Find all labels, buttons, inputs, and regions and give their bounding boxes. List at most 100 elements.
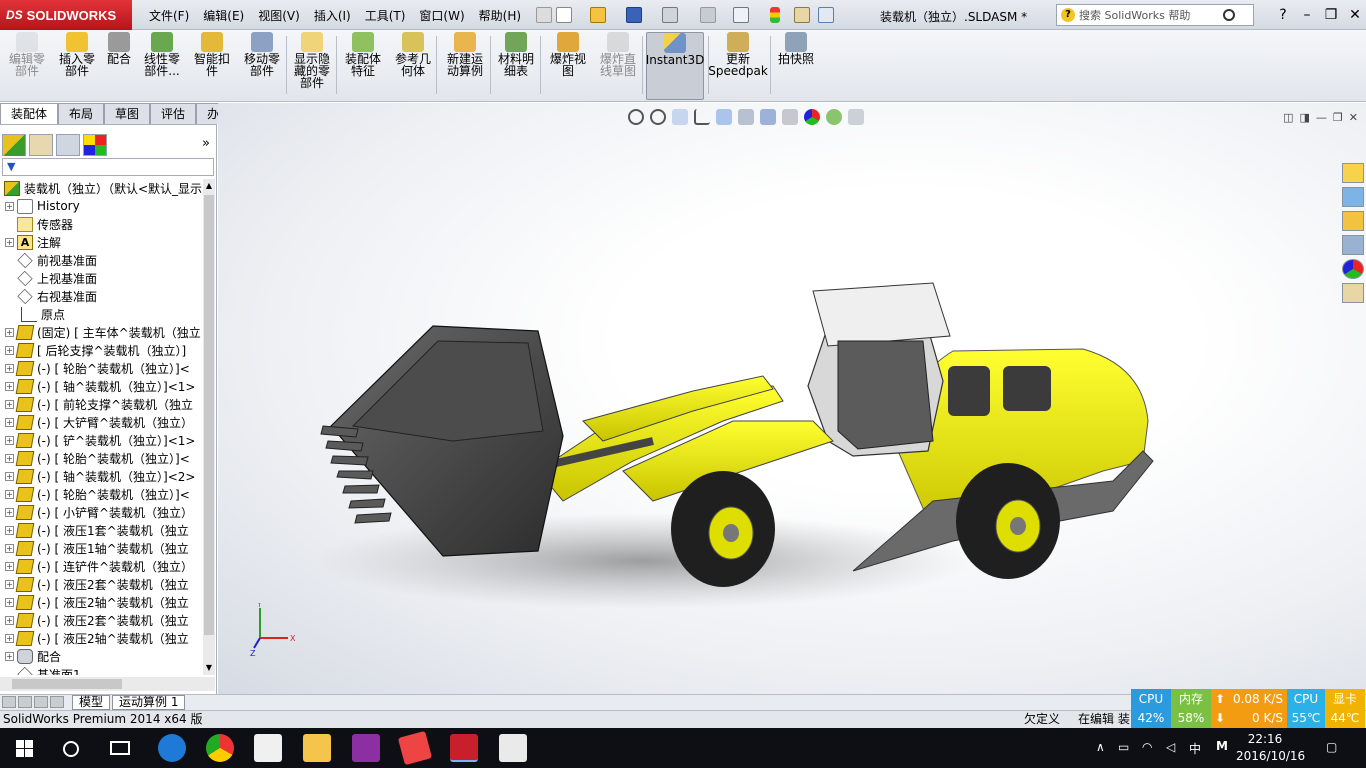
tree-item[interactable]: + (-) [ 前轮支撑^装载机（独立 [0, 395, 203, 413]
property-manager-tab-icon[interactable] [29, 134, 53, 156]
design-library-icon[interactable] [1342, 187, 1364, 207]
print-icon[interactable] [662, 7, 678, 23]
viewport-close-icon[interactable]: ✕ [1349, 111, 1358, 124]
expand-toggle-icon[interactable]: + [5, 381, 14, 391]
expand-toggle-icon[interactable]: + [5, 471, 14, 481]
photos-app-icon[interactable] [499, 734, 527, 762]
search-icon[interactable] [1223, 9, 1235, 21]
split-view-right-icon[interactable]: ◨ [1300, 111, 1310, 124]
show-hidden-icons-chevron[interactable]: ∧ [1096, 740, 1105, 754]
loader-3d-model[interactable] [313, 271, 1163, 611]
file-explorer-icon[interactable] [1342, 211, 1364, 231]
command-button-7[interactable]: 装配体 特征 [340, 32, 386, 100]
prev-tab-icon[interactable] [18, 695, 32, 708]
tree-item[interactable]: + (-) [ 液压2套^装载机（独立 [0, 575, 203, 593]
expand-toggle-icon[interactable]: + [5, 525, 14, 535]
help-menu-icon[interactable]: ? [1272, 7, 1294, 23]
expand-toggle-icon[interactable]: + [5, 579, 14, 589]
taskbar-clock[interactable]: 22:16 2016/10/16 [1236, 731, 1305, 765]
edit-appearance-icon[interactable] [804, 109, 820, 125]
command-button-3[interactable]: 线性零 部件... [138, 32, 186, 100]
tab-3[interactable]: 评估 [150, 103, 197, 124]
windows-start-icon[interactable] [16, 740, 33, 757]
tree-item[interactable]: 上视基准面 [0, 269, 203, 287]
display-style-icon[interactable] [760, 109, 776, 125]
command-button-13[interactable]: Instant3D [646, 32, 704, 100]
menu-item-3[interactable]: 插入(I) [307, 7, 358, 24]
apply-scene-icon[interactable] [826, 109, 842, 125]
bottom-tab-0[interactable]: 模型 [72, 695, 111, 710]
viewport-minimize-icon[interactable]: — [1316, 111, 1327, 124]
restore-icon[interactable]: ❐ [1320, 7, 1342, 23]
menu-item-5[interactable]: 窗口(W) [412, 7, 471, 24]
tree-item[interactable]: + (-) [ 轴^装载机（独立）]<2> [0, 467, 203, 485]
tree-item[interactable]: 基准面1 [0, 665, 203, 675]
close-icon[interactable]: ✕ [1344, 7, 1366, 23]
view-palette-icon[interactable] [1342, 235, 1364, 255]
options-icon[interactable] [818, 7, 834, 23]
tree-item[interactable]: + (-) [ 轴^装载机（独立）]<1> [0, 377, 203, 395]
notification-center-icon[interactable]: ▢ [1326, 740, 1337, 754]
viewport-restore-icon[interactable]: ❐ [1333, 111, 1343, 124]
command-button-1[interactable]: 插入零 部件 [54, 32, 100, 100]
expand-toggle-icon[interactable]: + [5, 615, 14, 625]
scroll-up-icon[interactable]: ▲ [203, 179, 215, 193]
first-tab-icon[interactable] [2, 695, 16, 708]
edge-browser-icon[interactable] [158, 734, 186, 762]
tree-item[interactable]: + (-) [ 轮胎^装载机（独立）]< [0, 359, 203, 377]
display-manager-tab-icon[interactable] [83, 134, 107, 156]
cortana-search-icon[interactable] [63, 741, 79, 757]
command-button-8[interactable]: 参考几 何体 [390, 32, 436, 100]
expand-toggle-icon[interactable]: + [5, 327, 14, 337]
expand-toggle-icon[interactable]: + [5, 399, 14, 409]
expand-toggle-icon[interactable]: + [5, 651, 14, 661]
command-button-5[interactable]: 移动零 部件 [238, 32, 286, 100]
view-settings-icon[interactable] [848, 109, 864, 125]
winrar-icon[interactable] [397, 730, 433, 766]
expand-toggle-icon[interactable]: + [5, 435, 14, 445]
undo-icon[interactable] [700, 7, 716, 23]
command-button-2[interactable]: 配合 [104, 32, 134, 100]
tree-item[interactable]: 前视基准面 [0, 251, 203, 269]
section-view-icon[interactable] [694, 109, 710, 125]
previous-view-icon[interactable] [672, 109, 688, 125]
volume-icon[interactable]: ◁ [1166, 740, 1175, 754]
tree-item[interactable]: + A 注解 [0, 233, 203, 251]
zoom-to-area-icon[interactable] [650, 109, 666, 125]
configuration-manager-tab-icon[interactable] [56, 134, 80, 156]
command-button-0[interactable]: 编辑零 部件 [4, 32, 50, 100]
expand-toggle-icon[interactable]: + [5, 561, 14, 571]
command-button-14[interactable]: 更新 Speedpak [708, 32, 768, 100]
menu-item-6[interactable]: 帮助(H) [472, 7, 528, 24]
next-tab-icon[interactable] [34, 695, 48, 708]
tree-item[interactable]: + (-) [ 连铲件^装载机（独立） [0, 557, 203, 575]
expand-toggle-icon[interactable]: + [5, 633, 14, 643]
command-button-4[interactable]: 智能扣 件 [190, 32, 234, 100]
custom-properties-icon[interactable] [1342, 283, 1364, 303]
help-search-input[interactable]: ? 搜索 SolidWorks 帮助 [1056, 4, 1254, 26]
tree-item[interactable]: + 配合 [0, 647, 203, 665]
tree-item[interactable]: + (-) [ 液压1轴^装载机（独立 [0, 539, 203, 557]
tree-item[interactable]: 右视基准面 [0, 287, 203, 305]
expand-toggle-icon[interactable]: + [5, 237, 14, 247]
file-properties-icon[interactable] [794, 7, 810, 23]
menu-item-1[interactable]: 编辑(E) [196, 7, 251, 24]
save-icon[interactable] [626, 7, 642, 23]
menu-item-2[interactable]: 视图(V) [251, 7, 307, 24]
ime-mode-icon[interactable]: M [1216, 739, 1228, 753]
expand-toggle-icon[interactable]: + [5, 201, 14, 211]
file-explorer-icon[interactable] [303, 734, 331, 762]
solidworks-resources-icon[interactable] [1342, 163, 1364, 183]
hide-show-items-icon[interactable] [782, 109, 798, 125]
tree-item[interactable]: + (-) [ 大铲臂^装载机（独立） [0, 413, 203, 431]
command-button-12[interactable]: 爆炸直 线草图 [596, 32, 640, 100]
task-view-icon[interactable] [110, 741, 130, 755]
new-document-icon[interactable] [556, 7, 572, 23]
expand-toggle-icon[interactable]: + [5, 543, 14, 553]
onenote-icon[interactable] [352, 734, 380, 762]
expand-toggle-icon[interactable]: + [5, 507, 14, 517]
tree-item[interactable]: + (-) [ 液压2套^装载机（独立 [0, 611, 203, 629]
dynamic-annotation-icon[interactable] [716, 109, 732, 125]
minimize-icon[interactable]: – [1296, 7, 1318, 23]
solidworks-logo[interactable]: DS SOLIDWORKS [0, 0, 132, 30]
